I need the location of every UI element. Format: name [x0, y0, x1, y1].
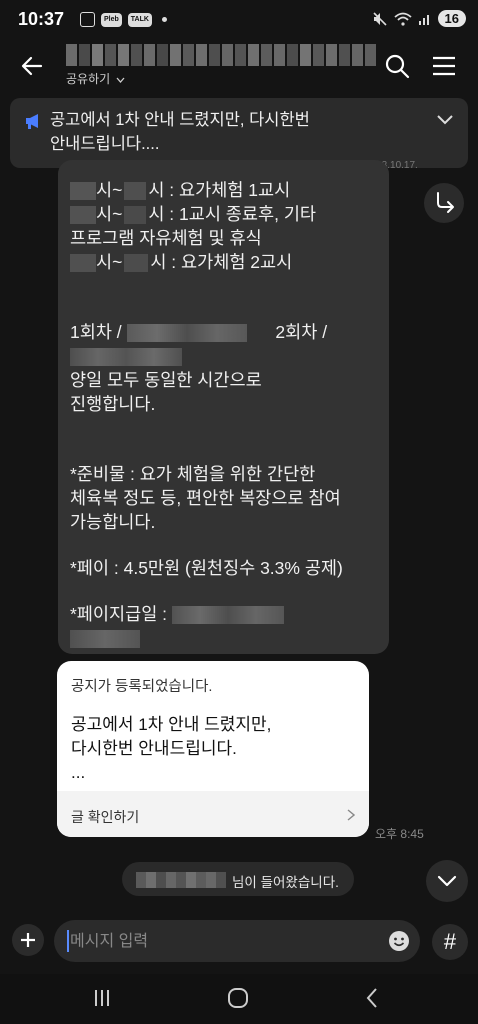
notice-card-line-3: ...: [71, 763, 86, 782]
notice-text: 공고에서 1차 안내 드렸지만, 다시한번 안내드립니다....: [50, 108, 430, 156]
notice-card-line-2: 다시한번 안내드립니다.: [71, 739, 237, 758]
schedule-line-2: 시~ 시 : 1교시 종료후, 기타: [70, 202, 316, 226]
message-input[interactable]: [68, 928, 372, 956]
chat-title-blurred: [66, 44, 376, 66]
scroll-to-bottom-button[interactable]: [426, 860, 468, 902]
message-input-container[interactable]: [54, 920, 420, 962]
message-line-both-days: 양일 모두 동일한 시간으로: [70, 370, 262, 390]
notice-line-2: 안내드립니다....: [50, 135, 160, 153]
recent-apps-icon[interactable]: [92, 988, 112, 1008]
blurred-text: [70, 182, 96, 201]
blurred-text: [126, 324, 247, 343]
joined-user-blurred: [136, 872, 226, 888]
system-icons: 16: [372, 10, 466, 27]
pay-line: *페이 : 4.5만원 (원천징수 3.3% 공제): [70, 558, 343, 578]
schedule-line-4: 시~ 시 : 요가체험 2교시: [70, 250, 292, 274]
supplies-line-2: 체육복 정도 등, 편안한 복장으로 참여: [70, 488, 341, 508]
emoticon-icon[interactable]: [388, 930, 410, 952]
status-bar: 10:37 Pleb TALK 16: [0, 0, 478, 42]
forward-arrow-icon: [437, 192, 454, 213]
talk-icon: TALK: [127, 12, 152, 27]
supplies-line-1: *준비물 : 요가 체험을 위한 간단한: [70, 464, 316, 484]
notice-card[interactable]: 공지가 등록되었습니다. 공고에서 1차 안내 드렸지만, 다시한번 안내드립니…: [57, 661, 369, 837]
megaphone-icon: [26, 114, 38, 129]
join-notice: 님이 들어왔습니다.: [122, 862, 354, 896]
blurred-text: [70, 348, 182, 367]
chevron-down-icon[interactable]: [436, 114, 454, 126]
system-nav-bar: [0, 974, 478, 1024]
blurred-text: [70, 630, 140, 649]
session-dates-blurred: [70, 344, 182, 368]
blurred-text: [171, 606, 284, 625]
schedule-line-3: 프로그램 자유체험 및 휴식: [70, 228, 262, 248]
join-notice-text: 님이 들어왔습니다.: [232, 875, 339, 890]
pay-date-blurred: [70, 626, 140, 650]
blurred-text: [70, 254, 96, 273]
notice-card-time: 오후 8:45: [375, 827, 424, 841]
notice-line-1: 공고에서 1차 안내 드렸지만, 다시한번: [50, 111, 310, 129]
back-icon[interactable]: [364, 987, 380, 1009]
search-icon[interactable]: [384, 53, 410, 79]
chevron-right-icon: [347, 809, 355, 821]
blurred-text: [70, 206, 96, 225]
forward-button[interactable]: [424, 183, 464, 223]
blurred-text: [124, 182, 147, 201]
more-notifications-icon: [161, 17, 167, 22]
attach-button[interactable]: [12, 924, 44, 956]
hashtag-button[interactable]: #: [432, 924, 468, 960]
home-icon[interactable]: [226, 986, 250, 1010]
message-line-proceed: 진행합니다.: [70, 394, 156, 414]
pay-date-line: *페이지급일 :: [70, 602, 284, 626]
chevron-down-icon: [116, 77, 125, 83]
app-badge-icon: Pleb: [101, 12, 122, 27]
battery-indicator: 16: [437, 10, 466, 27]
back-arrow-icon[interactable]: [20, 54, 44, 78]
menu-icon[interactable]: [432, 55, 456, 77]
plus-icon: [21, 933, 35, 947]
blurred-text: [124, 206, 147, 225]
blurred-text: [124, 254, 149, 273]
share-label: 공유하기: [66, 72, 111, 86]
notice-card-line-1: 공고에서 1차 안내 드렸지만,: [71, 715, 272, 734]
notice-banner[interactable]: 공고에서 1차 안내 드렸지만, 다시한번 안내드립니다....: [10, 98, 468, 168]
notification-icons: Pleb TALK: [80, 12, 167, 27]
schedule-line-1: 시~ 시 : 요가체험 1교시: [70, 178, 290, 202]
notice-card-header: 공지가 등록되었습니다.: [71, 679, 213, 695]
share-dropdown[interactable]: 공유하기: [66, 70, 125, 87]
chevron-down-icon: [437, 875, 457, 887]
wifi-icon: [393, 12, 412, 26]
notice-card-body: 공고에서 1차 안내 드렸지만, 다시한번 안내드립니다. ...: [71, 713, 271, 785]
signal-icon: [418, 14, 429, 25]
supplies-line-3: 가능합니다.: [70, 512, 156, 532]
screenshot-icon: [80, 12, 95, 27]
session-line: 1회차 / 2회차 /: [70, 322, 328, 343]
status-time: 10:37: [18, 9, 65, 29]
text-cursor: [67, 930, 69, 952]
mute-icon: [372, 11, 387, 26]
view-post-label[interactable]: 글 확인하기: [71, 807, 139, 827]
